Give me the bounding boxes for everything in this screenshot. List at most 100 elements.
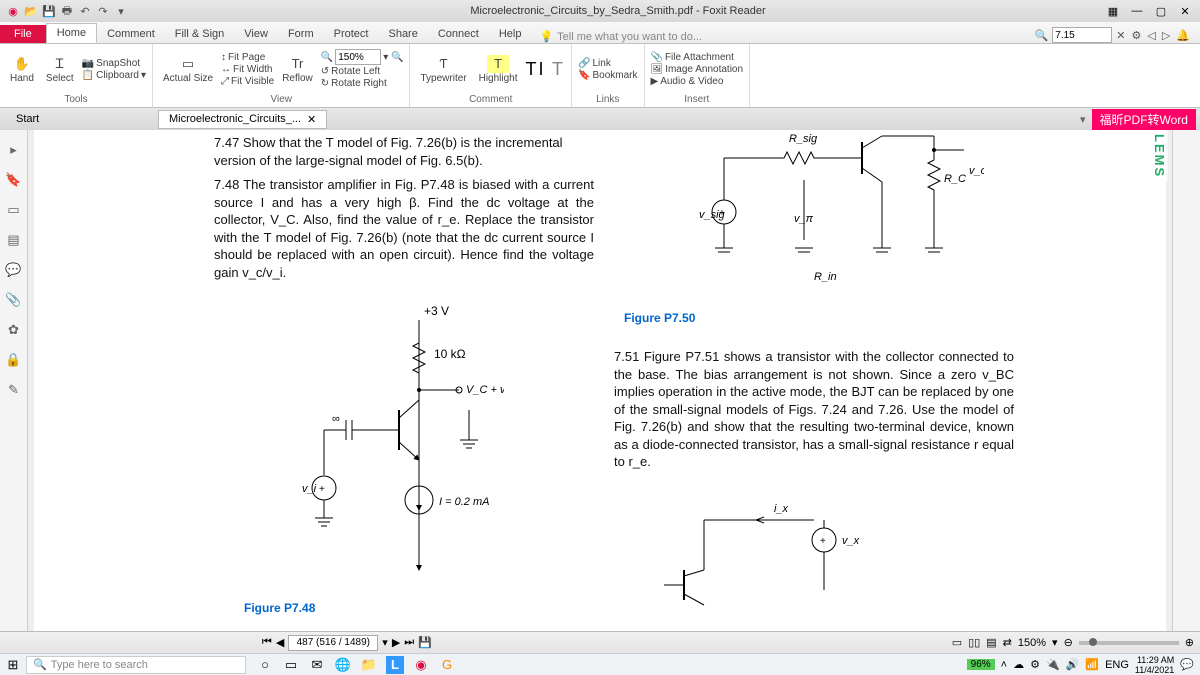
power-icon[interactable]: 🔌 bbox=[1046, 658, 1060, 671]
tab-view[interactable]: View bbox=[234, 25, 278, 43]
actual-size[interactable]: ▭Actual Size bbox=[159, 53, 217, 86]
notifications-icon[interactable]: 💬 bbox=[1180, 658, 1194, 671]
last-page-icon[interactable]: ⏭ bbox=[404, 636, 414, 649]
security-icon[interactable]: 🔒 bbox=[6, 352, 22, 368]
tab-help[interactable]: Help bbox=[489, 25, 532, 43]
first-page-icon[interactable]: ⏮ bbox=[262, 636, 272, 649]
ti-tool[interactable]: TI T bbox=[526, 59, 566, 80]
find-prev-icon[interactable]: ◁ bbox=[1145, 29, 1157, 42]
app-explorer-icon[interactable]: 📁 bbox=[360, 656, 378, 674]
redo-icon[interactable]: ↷ bbox=[96, 4, 110, 18]
attachments-icon[interactable]: 📎 bbox=[6, 292, 22, 308]
bell-icon[interactable]: 🔔 bbox=[1174, 29, 1192, 42]
layers-icon[interactable]: ▤ bbox=[6, 232, 22, 248]
link-tool[interactable]: 🔗 Link bbox=[578, 58, 637, 69]
find-options-icon[interactable]: ⚙ bbox=[1129, 29, 1143, 42]
audio-video[interactable]: ▶ Audio & Video bbox=[651, 76, 744, 87]
comments-icon[interactable]: 💬 bbox=[6, 262, 22, 278]
image-annotation[interactable]: 🖼 Image Annotation bbox=[651, 64, 744, 75]
stamps-icon[interactable]: ✿ bbox=[6, 322, 22, 338]
bookmark-tool[interactable]: 🔖 Bookmark bbox=[578, 70, 637, 81]
tell-me[interactable]: 💡 Tell me what you want to do... bbox=[539, 30, 702, 43]
file-tab[interactable]: File bbox=[0, 25, 46, 43]
prev-page-icon[interactable]: ◀ bbox=[276, 636, 284, 649]
reflow[interactable]: TrReflow bbox=[278, 53, 317, 86]
pages-icon[interactable]: ▭ bbox=[6, 202, 22, 218]
fit-page[interactable]: ↕ Fit Page bbox=[221, 52, 274, 63]
nav-collapse-icon[interactable]: ▸ bbox=[6, 142, 22, 158]
taskbar-search[interactable]: 🔍 Type here to search bbox=[26, 656, 246, 674]
find-next-icon[interactable]: ▷ bbox=[1160, 29, 1172, 42]
tab-protect[interactable]: Protect bbox=[324, 25, 379, 43]
hand-tool[interactable]: ✋Hand bbox=[6, 53, 38, 86]
wifi-icon[interactable]: 📶 bbox=[1085, 658, 1099, 671]
tab-share[interactable]: Share bbox=[378, 25, 427, 43]
tab-form[interactable]: Form bbox=[278, 25, 324, 43]
tray-up-icon[interactable]: ˄ bbox=[1001, 659, 1007, 671]
battery-badge[interactable]: 96% bbox=[967, 659, 995, 670]
view-mode-1-icon[interactable]: ▭ bbox=[952, 636, 962, 649]
snapshot-tool[interactable]: 📷 SnapShot bbox=[82, 58, 146, 69]
bookmarks-icon[interactable]: 🔖 bbox=[6, 172, 22, 188]
rotate-right[interactable]: ↻ Rotate Right bbox=[321, 78, 404, 89]
view-mode-3-icon[interactable]: ▤ bbox=[986, 636, 996, 649]
pdf-to-word-badge[interactable]: 福昕PDF转Word bbox=[1092, 109, 1196, 130]
app-edge-icon[interactable]: 🌐 bbox=[334, 656, 352, 674]
find-close-icon[interactable]: ✕ bbox=[1114, 29, 1127, 42]
restore-icon[interactable]: ▢ bbox=[1150, 2, 1172, 20]
open-icon[interactable]: 📂 bbox=[24, 4, 38, 18]
zoom-in-icon[interactable]: ⊕ bbox=[1185, 636, 1194, 649]
grid-icon[interactable]: ▦ bbox=[1102, 2, 1124, 20]
start-tab[interactable]: Start bbox=[8, 111, 158, 127]
zoom-input[interactable] bbox=[335, 49, 381, 65]
file-attachment[interactable]: 📎 File Attachment bbox=[651, 52, 744, 63]
tab-home[interactable]: Home bbox=[46, 23, 97, 43]
save-page-icon[interactable]: 💾 bbox=[418, 636, 432, 649]
page-input[interactable] bbox=[288, 635, 378, 651]
tab-dropdown-icon[interactable]: ▾ bbox=[1074, 113, 1092, 126]
fit-width[interactable]: ↔ Fit Width bbox=[221, 64, 274, 75]
tray-gear-icon[interactable]: ⚙ bbox=[1030, 658, 1040, 671]
lang-indicator[interactable]: ENG bbox=[1105, 659, 1129, 671]
svg-text:I = 0.2 mA: I = 0.2 mA bbox=[439, 496, 489, 508]
group-comment-label: Comment bbox=[416, 92, 565, 105]
next-page-icon[interactable]: ▶ bbox=[392, 636, 400, 649]
view-mode-4-icon[interactable]: ⇄ bbox=[1003, 636, 1012, 649]
qat-more-icon[interactable]: ▾ bbox=[114, 4, 128, 18]
tab-fillsign[interactable]: Fill & Sign bbox=[165, 25, 235, 43]
minimize-icon[interactable]: — bbox=[1126, 2, 1148, 20]
clock[interactable]: 11:29 AM11/4/2021 bbox=[1135, 655, 1174, 675]
app-g-icon[interactable]: G bbox=[438, 656, 456, 674]
rotate-left[interactable]: ↺ Rotate Left bbox=[321, 66, 404, 77]
view-mode-2-icon[interactable]: ▯▯ bbox=[968, 636, 980, 649]
page-dropdown-icon[interactable]: ▾ bbox=[382, 636, 388, 649]
fit-visible[interactable]: ⤢ Fit Visible bbox=[221, 76, 274, 87]
clipboard-tool[interactable]: 📋 Clipboard ▾ bbox=[82, 70, 146, 81]
print-icon[interactable]: 🖶 bbox=[60, 4, 74, 18]
select-tool[interactable]: ᏆSelect bbox=[42, 53, 78, 86]
app-l-icon[interactable]: L bbox=[386, 656, 404, 674]
onedrive-icon[interactable]: ☁ bbox=[1013, 658, 1024, 671]
tab-connect[interactable]: Connect bbox=[428, 25, 489, 43]
zoom-value[interactable]: 150% bbox=[1018, 637, 1046, 649]
tab-close-icon[interactable]: ✕ bbox=[307, 113, 316, 126]
close-icon[interactable]: ✕ bbox=[1174, 2, 1196, 20]
volume-icon[interactable]: 🔊 bbox=[1066, 658, 1080, 671]
zoom-slider[interactable] bbox=[1079, 641, 1179, 645]
app-mail-icon[interactable]: ✉ bbox=[308, 656, 326, 674]
highlight-tool[interactable]: THighlight bbox=[475, 53, 522, 86]
save-icon[interactable]: 💾 bbox=[42, 4, 56, 18]
pdf-page[interactable]: 7.47 Show that the T model of Fig. 7.26(… bbox=[34, 130, 1166, 631]
tab-comment[interactable]: Comment bbox=[97, 25, 165, 43]
find-input[interactable] bbox=[1052, 27, 1112, 43]
typewriter-tool[interactable]: ƬTypewriter bbox=[416, 53, 470, 86]
group-tools-label: Tools bbox=[6, 92, 146, 105]
zoom-out-icon[interactable]: ⊖ bbox=[1064, 636, 1073, 649]
signatures-icon[interactable]: ✎ bbox=[6, 382, 22, 398]
app-cortana-icon[interactable]: ○ bbox=[256, 656, 274, 674]
app-foxit-icon[interactable]: ◉ bbox=[412, 656, 430, 674]
document-tab[interactable]: Microelectronic_Circuits_... ✕ bbox=[158, 110, 327, 129]
start-menu[interactable]: ⊞ bbox=[0, 657, 26, 673]
app-taskview-icon[interactable]: ▭ bbox=[282, 656, 300, 674]
undo-icon[interactable]: ↶ bbox=[78, 4, 92, 18]
